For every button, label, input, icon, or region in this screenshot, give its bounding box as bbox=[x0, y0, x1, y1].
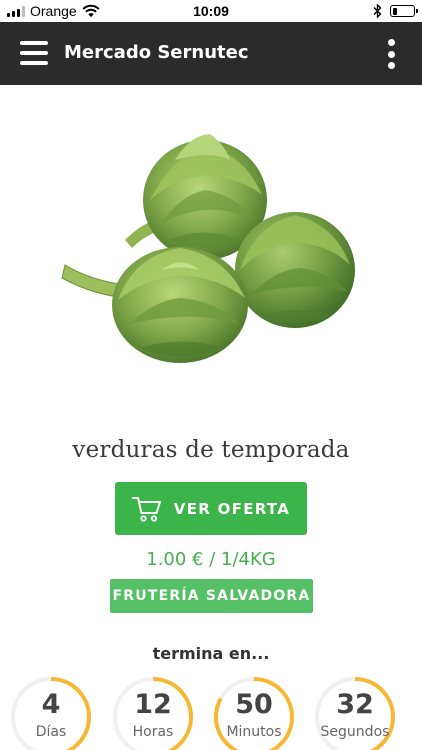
shop-badge[interactable]: FRUTERÍA SALVADORA bbox=[110, 579, 313, 613]
battery-level bbox=[392, 7, 398, 15]
countdown-unit: Minutos bbox=[226, 724, 282, 740]
status-right bbox=[373, 4, 418, 18]
app-bar: Mercado Sernutec bbox=[0, 22, 422, 85]
status-bar: Orange 10:09 bbox=[0, 0, 422, 22]
countdown-label: termina en... bbox=[152, 644, 270, 663]
view-offer-button[interactable]: VER OFERTA bbox=[115, 482, 307, 535]
cart-icon bbox=[131, 496, 161, 522]
countdown-value: 12 bbox=[134, 689, 172, 720]
artichokes-photo bbox=[61, 134, 355, 363]
status-time: 10:09 bbox=[193, 3, 229, 19]
view-offer-label: VER OFERTA bbox=[173, 499, 291, 518]
countdown-2: 50 Minutos bbox=[212, 675, 296, 750]
price-label: 1.00 € / 1/4KG bbox=[146, 549, 276, 570]
countdown-unit: Días bbox=[35, 724, 67, 740]
countdown-value: 50 bbox=[235, 689, 273, 720]
battery-icon bbox=[390, 5, 418, 17]
countdown-0: 4 Días bbox=[9, 675, 93, 750]
countdown-timers: 4 Días 12 Horas 50 Minutos 32 Segundos bbox=[0, 675, 422, 750]
artichoke-right bbox=[235, 212, 355, 328]
countdown-3: 32 Segundos bbox=[313, 675, 397, 750]
countdown-value: 32 bbox=[336, 689, 374, 720]
countdown-unit: Segundos bbox=[320, 724, 390, 740]
countdown-value: 4 bbox=[41, 689, 61, 720]
countdown-1: 12 Horas bbox=[111, 675, 195, 750]
app-title: Mercado Sernutec bbox=[64, 42, 249, 63]
menu-icon[interactable] bbox=[20, 41, 48, 65]
product-title: verduras de temporada bbox=[72, 437, 350, 463]
countdown-unit: Horas bbox=[132, 724, 174, 740]
bluetooth-icon bbox=[373, 4, 382, 18]
more-vertical-icon[interactable] bbox=[386, 39, 396, 69]
artichoke-front bbox=[112, 247, 248, 363]
